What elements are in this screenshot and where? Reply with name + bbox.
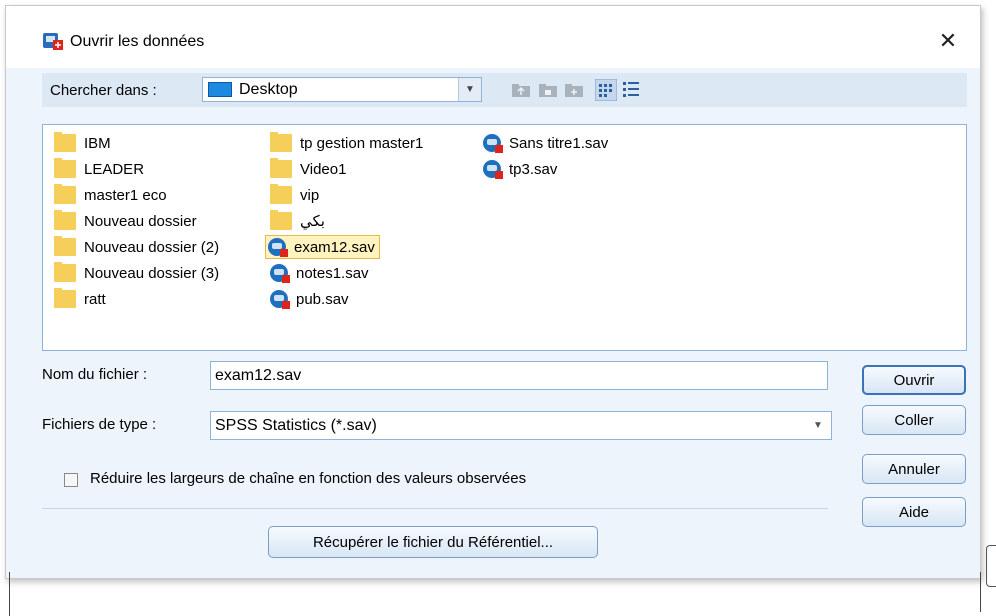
list-item[interactable]: vip xyxy=(270,184,319,206)
file-label: Video1 xyxy=(300,160,347,178)
file-label: Nouveau dossier (3) xyxy=(84,264,220,282)
cancel-button[interactable]: Annuler xyxy=(862,454,966,484)
new-folder-icon[interactable] xyxy=(564,82,584,98)
list-item[interactable]: بكي xyxy=(270,210,325,232)
home-folder-icon[interactable] xyxy=(538,82,558,98)
open-button[interactable]: Ouvrir xyxy=(862,365,966,395)
background-edge xyxy=(9,572,10,616)
chevron-down-icon[interactable]: ▼ xyxy=(458,78,481,101)
list-item[interactable]: tp gestion master1 xyxy=(270,132,423,154)
up-folder-icon[interactable] xyxy=(511,82,531,98)
file-label: IBM xyxy=(84,134,111,152)
reduce-width-checkbox[interactable] xyxy=(64,473,78,487)
filetype-dropdown[interactable]: SPSS Statistics (*.sav) ▼ xyxy=(210,411,832,440)
file-label: Nouveau dossier xyxy=(84,212,197,230)
list-item[interactable]: LEADER xyxy=(54,158,144,180)
sav-file-icon xyxy=(270,264,290,283)
file-label: vip xyxy=(300,186,320,204)
folder-icon xyxy=(54,262,76,282)
file-label: ratt xyxy=(84,290,106,308)
file-label: tp3.sav xyxy=(509,160,558,178)
filetype-value: SPSS Statistics (*.sav) xyxy=(215,417,377,434)
folder-icon xyxy=(270,210,292,230)
filetype-label: Fichiers de type : xyxy=(42,416,157,433)
list-item[interactable]: tp3.sav xyxy=(481,158,557,180)
reduce-width-label: Réduire les largeurs de chaîne en foncti… xyxy=(90,470,527,487)
look-in-label: Chercher dans : xyxy=(50,82,157,99)
background-window-fragment xyxy=(986,545,996,587)
look-in-value: Desktop xyxy=(239,81,298,98)
list-item[interactable]: Nouveau dossier xyxy=(54,210,197,232)
folder-icon xyxy=(54,158,76,178)
file-label: tp gestion master1 xyxy=(300,134,424,152)
look-in-toolbar: Chercher dans : Desktop ▼ xyxy=(42,73,967,107)
folder-icon xyxy=(54,184,76,204)
paste-button[interactable]: Coller xyxy=(862,405,966,435)
details-view-icon[interactable] xyxy=(622,80,640,98)
folder-icon xyxy=(54,288,76,308)
folder-icon xyxy=(54,210,76,230)
list-view-icon[interactable] xyxy=(595,79,617,101)
folder-icon xyxy=(270,132,292,152)
separator xyxy=(42,508,828,509)
list-item[interactable]: IBM xyxy=(54,132,111,154)
list-item[interactable]: notes1.sav xyxy=(268,262,369,284)
filename-input[interactable] xyxy=(210,361,828,390)
list-item[interactable]: Nouveau dossier (3) xyxy=(54,262,219,284)
repository-button[interactable]: Récupérer le fichier du Référentiel... xyxy=(268,526,598,558)
file-label: Nouveau dossier (2) xyxy=(84,238,220,256)
file-label: exam12.sav xyxy=(294,238,375,256)
list-item[interactable]: master1 eco xyxy=(54,184,167,206)
folder-icon xyxy=(270,158,292,178)
background-edge xyxy=(980,572,981,612)
dialog-title: Ouvrir les données xyxy=(70,33,205,50)
sav-file-icon xyxy=(483,160,503,179)
file-label: master1 eco xyxy=(84,186,167,204)
look-in-dropdown[interactable]: Desktop ▼ xyxy=(202,77,482,102)
list-item[interactable]: Sans titre1.sav xyxy=(481,132,608,154)
file-label: pub.sav xyxy=(296,290,349,308)
open-data-dialog: Ouvrir les données ✕ Chercher dans : Des… xyxy=(5,5,981,579)
help-button[interactable]: Aide xyxy=(862,497,966,527)
file-label: Sans titre1.sav xyxy=(509,134,609,152)
filename-label: Nom du fichier : xyxy=(42,366,148,383)
folder-icon xyxy=(270,184,292,204)
file-label: notes1.sav xyxy=(296,264,369,282)
list-item-selected[interactable]: exam12.sav xyxy=(265,235,380,259)
desktop-icon xyxy=(208,82,232,97)
folder-icon xyxy=(54,236,76,256)
sav-file-icon xyxy=(268,238,288,257)
list-item[interactable]: ratt xyxy=(54,288,106,310)
title-bar: Ouvrir les données ✕ xyxy=(6,6,980,68)
list-item[interactable]: Nouveau dossier (2) xyxy=(54,236,219,258)
close-icon: ✕ xyxy=(938,28,958,53)
file-label: LEADER xyxy=(84,160,145,178)
file-label: بكي xyxy=(300,213,325,230)
sav-file-icon xyxy=(483,134,503,153)
chevron-down-icon[interactable]: ▼ xyxy=(805,412,831,439)
list-item[interactable]: pub.sav xyxy=(268,288,349,310)
spss-app-icon xyxy=(43,33,63,50)
sav-file-icon xyxy=(270,290,290,309)
close-button[interactable]: ✕ xyxy=(930,24,966,58)
file-list[interactable]: IBM LEADER master1 eco Nouveau dossier N… xyxy=(42,124,967,351)
list-item[interactable]: Video1 xyxy=(270,158,346,180)
dialog-body: Chercher dans : Desktop ▼ IBM LEADER mas… xyxy=(6,68,980,578)
folder-icon xyxy=(54,132,76,152)
